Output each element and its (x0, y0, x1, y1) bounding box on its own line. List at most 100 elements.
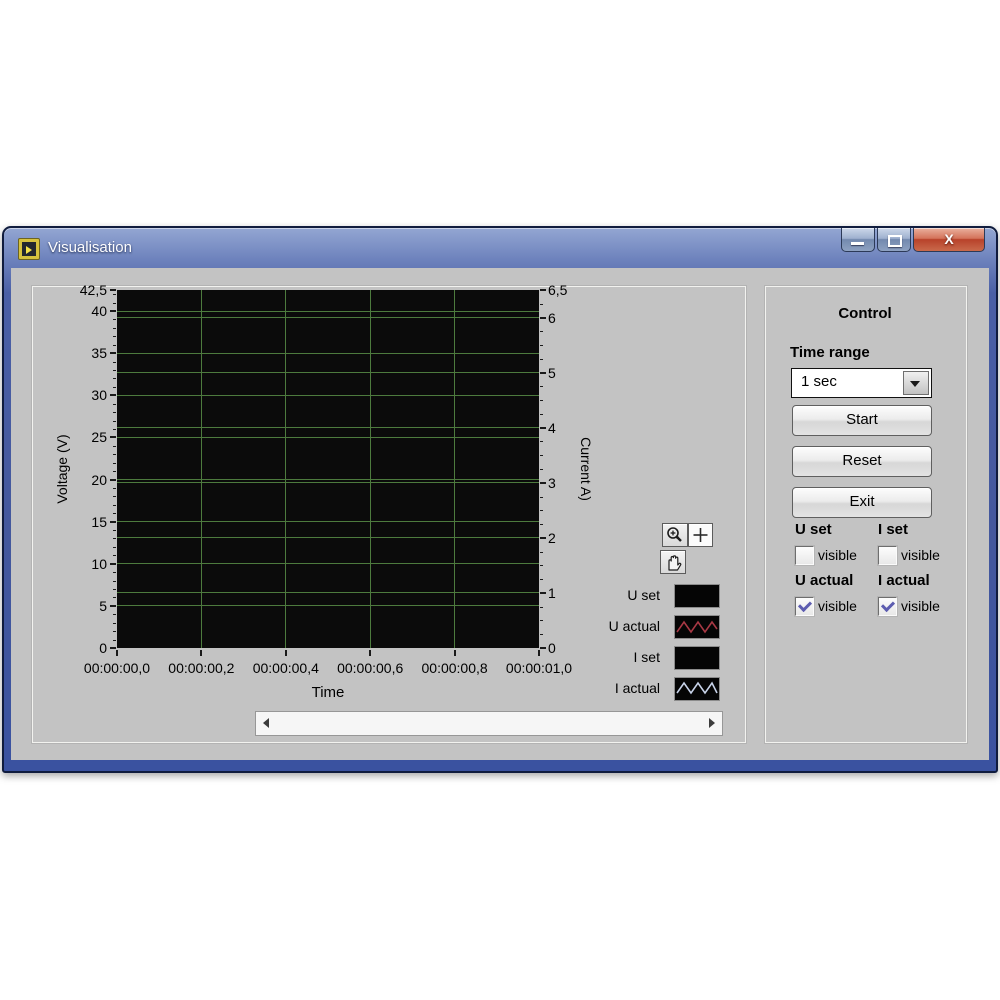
gridline-horizontal (117, 592, 539, 594)
y-right-tick-label: 5 (548, 364, 556, 381)
time-range-dropdown[interactable]: 1 sec (791, 368, 932, 398)
minimize-bar-icon (851, 242, 864, 245)
channel-label-u-actual: U actual (795, 572, 854, 589)
visible-label-i-set: visible (901, 547, 940, 563)
x-major-tick (538, 650, 540, 656)
gridline-horizontal (117, 537, 539, 539)
visible-checkbox-u-set[interactable] (795, 546, 814, 565)
dropdown-arrow-button[interactable] (903, 371, 929, 395)
x-major-tick (453, 650, 456, 656)
y-minor-tick (113, 462, 116, 464)
y-major-tick (110, 352, 116, 355)
checkmark-icon (797, 597, 813, 613)
y-left-tick-label: 35 (91, 345, 107, 362)
y-left-tick-label: 15 (91, 513, 107, 530)
y-minor-tick (540, 496, 543, 498)
exit-button[interactable]: Exit (792, 487, 932, 518)
x-major-tick (284, 650, 287, 656)
x-major-tick (200, 650, 203, 656)
y-minor-tick (113, 572, 116, 574)
y-left-tick-label: 42,5 (79, 282, 107, 298)
y-left-tick-label: 20 (91, 471, 107, 488)
y-minor-tick (540, 510, 543, 512)
y-minor-tick (540, 331, 543, 333)
gridline-vertical (285, 290, 287, 648)
restore-square-icon (888, 235, 902, 247)
visible-checkbox-i-set[interactable] (878, 546, 897, 565)
visible-checkbox-u-actual[interactable] (795, 597, 814, 616)
legend-swatch-u-set[interactable] (674, 584, 720, 608)
y-minor-tick (113, 361, 116, 363)
y-right-tick-label: 6,5 (548, 282, 568, 298)
close-button[interactable]: X (913, 228, 985, 252)
y-major-tick (540, 481, 546, 484)
control-heading: Control (838, 305, 892, 322)
x-tick-label: 00:00:00,8 (421, 660, 488, 676)
y-minor-tick (540, 441, 543, 443)
y-minor-tick (113, 589, 116, 591)
gridline-horizontal (117, 427, 539, 429)
waveform-icon (676, 681, 718, 695)
y-minor-tick (540, 345, 543, 347)
y-minor-tick (540, 386, 543, 388)
y-minor-tick (540, 524, 543, 526)
visible-label-u-actual: visible (818, 598, 857, 614)
screenshot-canvas: Visualisation X Voltage (V) Current A) T… (0, 0, 1000, 1000)
legend-swatch-i-actual[interactable] (674, 677, 720, 701)
gridline-horizontal (117, 394, 539, 396)
y-left-tick-label: 0 (99, 640, 107, 656)
y-right-tick-label: 4 (548, 419, 556, 436)
app-icon (18, 238, 40, 260)
y-major-tick (110, 436, 116, 439)
visible-checkbox-i-actual[interactable] (878, 597, 897, 616)
x-axis-scrollbar[interactable] (255, 711, 723, 736)
y-major-tick (540, 536, 546, 539)
y-left-tick-label: 25 (91, 429, 107, 446)
y-major-tick (540, 647, 546, 649)
y-left-tick-label: 10 (91, 555, 107, 572)
start-button[interactable]: Start (792, 405, 932, 436)
y-minor-tick (113, 445, 116, 447)
minimize-button[interactable] (841, 228, 875, 252)
y-minor-tick (113, 302, 116, 304)
y-minor-tick (113, 327, 116, 329)
visible-label-i-actual: visible (901, 598, 940, 614)
scroll-right-icon[interactable] (709, 718, 715, 728)
y-minor-tick (113, 538, 116, 540)
y-minor-tick (113, 614, 116, 616)
y-right-tick-label: 3 (548, 474, 556, 491)
scroll-left-icon[interactable] (263, 718, 269, 728)
crosshair-tool-button[interactable] (688, 523, 713, 547)
reset-button[interactable]: Reset (792, 446, 932, 477)
y-minor-tick (113, 639, 116, 641)
legend-swatch-i-set[interactable] (674, 646, 720, 670)
magnifier-plus-icon (667, 527, 682, 542)
y-minor-tick (540, 565, 543, 567)
zoom-tool-button[interactable] (662, 523, 688, 547)
plus-cursor-icon (693, 528, 708, 542)
y-minor-tick (540, 620, 543, 622)
y-right-tick-label: 6 (548, 309, 556, 326)
y-minor-tick (113, 597, 116, 599)
y-minor-tick (113, 496, 116, 498)
titlebar[interactable]: Visualisation X (4, 228, 996, 268)
gridline-vertical (454, 290, 456, 648)
y-minor-tick (540, 413, 543, 415)
legend-item-label: I actual (614, 680, 660, 696)
x-major-tick (369, 650, 372, 656)
pan-tool-button[interactable] (660, 550, 686, 574)
gridline-horizontal (117, 372, 539, 374)
maximize-button[interactable] (877, 228, 911, 252)
legend-item-label: I set (633, 649, 660, 665)
y-minor-tick (113, 403, 116, 405)
waveform-icon (676, 620, 718, 634)
y-minor-tick (113, 622, 116, 624)
y-major-tick (110, 647, 116, 649)
y-major-tick (540, 316, 546, 319)
y-left-tick-label: 40 (91, 303, 107, 320)
gridline-horizontal (117, 605, 539, 607)
y-major-tick (540, 371, 546, 374)
window-title: Visualisation (48, 239, 132, 256)
y-major-tick (540, 426, 546, 429)
legend-swatch-u-actual[interactable] (674, 615, 720, 639)
